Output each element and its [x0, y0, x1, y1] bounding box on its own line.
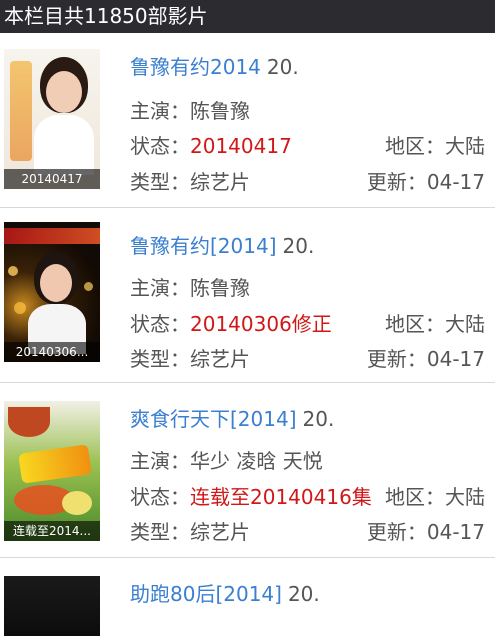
- list-item[interactable]: 20140306... 鲁豫有约[2014] 20. 主演：陈鲁豫 状态：2014…: [0, 208, 495, 383]
- bokeh-light: [8, 266, 18, 276]
- item-title-text: 鲁豫有约2014: [130, 55, 261, 79]
- movie-list: 20140417 鲁豫有约2014 20. 主演：陈鲁豫 状态：20140417 …: [0, 33, 495, 636]
- status-row: 状态：连载至20140416集: [130, 481, 372, 510]
- item-title-text: 爽食行天下[2014]: [130, 407, 297, 431]
- poster-thumbnail[interactable]: [4, 576, 100, 636]
- bokeh-light: [14, 302, 26, 314]
- actors-label: 主演：: [130, 99, 190, 123]
- updated-value: 04-17: [426, 347, 485, 371]
- actors-label: 主演：: [130, 449, 190, 473]
- type-label: 类型：: [130, 170, 190, 194]
- status-row: 状态：20140306修正: [130, 308, 332, 337]
- poster-face: [46, 71, 82, 113]
- type-row: 类型：综艺片: [130, 516, 250, 545]
- thumbnail-caption: 20140306...: [4, 342, 100, 362]
- updated-label: 更新：: [366, 520, 427, 544]
- actors-value: 陈鲁豫: [190, 276, 250, 300]
- list-item[interactable]: 连载至2014... 爽食行天下[2014] 20. 主演：华少 凌晗 天悦 状态…: [0, 383, 495, 558]
- episode-count: 20.: [266, 55, 299, 79]
- region-label: 地区：: [385, 485, 445, 509]
- poster-logo-stripe: [10, 61, 32, 161]
- thumbnail-caption: 20140417: [4, 169, 100, 189]
- status-value: 20140417: [190, 134, 292, 158]
- actors-value: 陈鲁豫: [190, 99, 250, 123]
- poster-body: [34, 115, 94, 175]
- actors-value: 华少 凌晗 天悦: [190, 449, 323, 473]
- region-row: 地区：大陆: [385, 308, 485, 337]
- episode-count: 20.: [287, 582, 320, 606]
- region-value: 大陆: [445, 312, 485, 336]
- item-title-text: 鲁豫有约[2014]: [130, 234, 277, 258]
- region-value: 大陆: [445, 134, 485, 158]
- poster-face: [40, 264, 72, 302]
- list-item[interactable]: 助跑80后[2014] 20.: [0, 558, 495, 636]
- status-label: 状态：: [130, 485, 190, 509]
- status-row: 状态：20140417: [130, 130, 292, 159]
- actors-row: 主演：华少 凌晗 天悦: [130, 445, 323, 474]
- type-row: 类型：综艺片: [130, 343, 250, 372]
- status-value: 连载至20140416集: [190, 485, 372, 509]
- list-item[interactable]: 20140417 鲁豫有约2014 20. 主演：陈鲁豫 状态：20140417 …: [0, 33, 495, 208]
- item-title[interactable]: 鲁豫有约[2014] 20.: [130, 230, 314, 259]
- region-row: 地区：大陆: [385, 130, 485, 159]
- episode-count: 20.: [302, 407, 335, 431]
- item-title-text: 助跑80后[2014]: [130, 582, 282, 606]
- poster-bowl: [8, 407, 50, 437]
- page-header: 本栏目共11850部影片: [0, 0, 495, 33]
- thumbnail-caption: 连载至2014...: [4, 521, 100, 541]
- updated-row: 更新：04-17: [367, 166, 485, 195]
- poster-title-banner: [4, 228, 100, 244]
- item-title[interactable]: 爽食行天下[2014] 20.: [130, 403, 334, 432]
- type-value: 综艺片: [190, 520, 250, 544]
- type-label: 类型：: [130, 347, 190, 371]
- status-value: 20140306修正: [190, 312, 332, 336]
- actors-label: 主演：: [130, 276, 190, 300]
- type-value: 综艺片: [190, 170, 250, 194]
- item-title[interactable]: 鲁豫有约2014 20.: [130, 51, 299, 80]
- updated-row: 更新：04-17: [367, 343, 485, 372]
- updated-label: 更新：: [366, 170, 427, 194]
- bokeh-light: [84, 282, 93, 291]
- updated-value: 04-17: [426, 170, 485, 194]
- episode-count: 20.: [282, 234, 315, 258]
- region-label: 地区：: [385, 312, 445, 336]
- poster-background: [4, 576, 100, 636]
- item-title[interactable]: 助跑80后[2014] 20.: [130, 578, 320, 607]
- poster-food: [62, 491, 92, 515]
- type-row: 类型：综艺片: [130, 166, 250, 195]
- actors-row: 主演：陈鲁豫: [130, 95, 250, 124]
- updated-value: 04-17: [426, 520, 485, 544]
- updated-label: 更新：: [366, 347, 427, 371]
- status-label: 状态：: [130, 312, 190, 336]
- type-label: 类型：: [130, 520, 190, 544]
- header-title: 本栏目共11850部影片: [4, 4, 208, 28]
- poster-thumbnail[interactable]: 20140306...: [4, 222, 100, 362]
- region-value: 大陆: [445, 485, 485, 509]
- region-label: 地区：: [385, 134, 445, 158]
- type-value: 综艺片: [190, 347, 250, 371]
- poster-thumbnail[interactable]: 20140417: [4, 49, 100, 189]
- actors-row: 主演：陈鲁豫: [130, 272, 250, 301]
- poster-thumbnail[interactable]: 连载至2014...: [4, 401, 100, 541]
- region-row: 地区：大陆: [385, 481, 485, 510]
- status-label: 状态：: [130, 134, 190, 158]
- updated-row: 更新：04-17: [367, 516, 485, 545]
